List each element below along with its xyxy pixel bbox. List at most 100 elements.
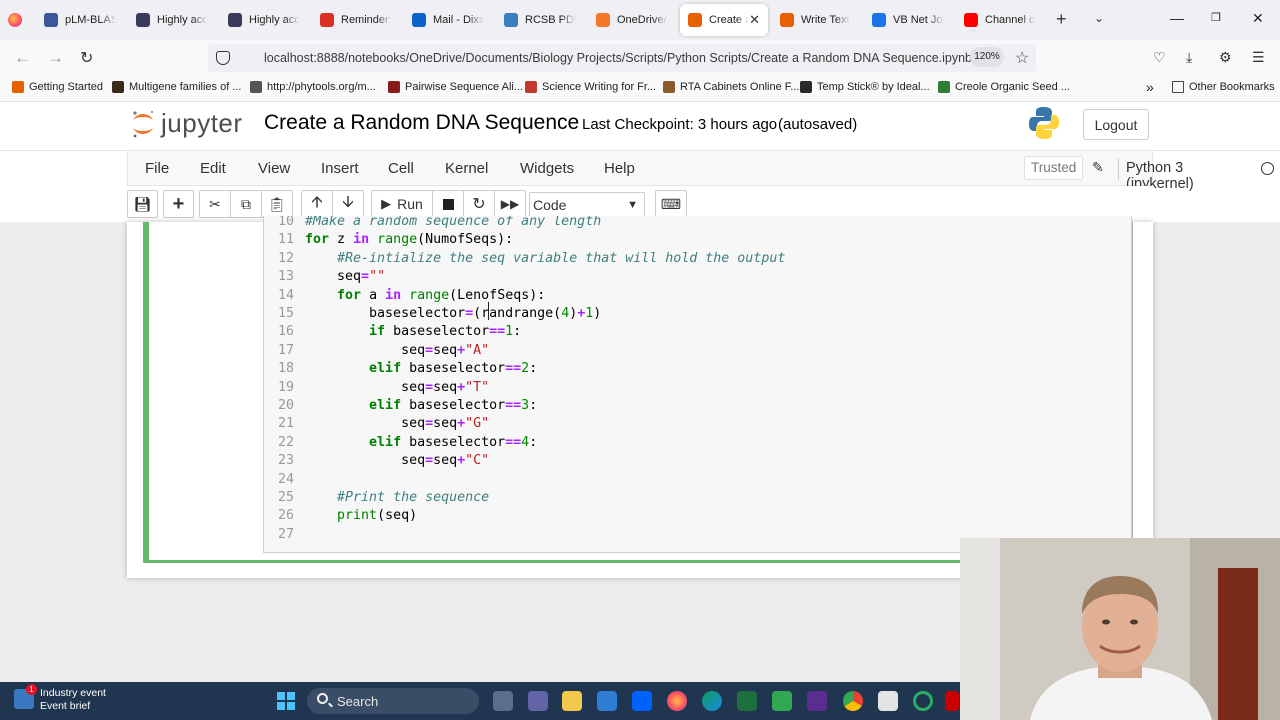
code-line[interactable]: 19 seq=seq+"T" [264, 379, 1131, 397]
menu-view[interactable]: View [258, 160, 290, 177]
bookmark-item[interactable]: RTA Cabinets Online F... [663, 81, 799, 93]
menu-help[interactable]: Help [604, 160, 635, 177]
move-up-icon[interactable]: 🡩 [301, 190, 333, 218]
browser-tab[interactable]: Highly accu [128, 4, 216, 36]
list-tabs-chevron-icon[interactable]: ⌄ [1094, 11, 1104, 25]
menu-widgets[interactable]: Widgets [520, 160, 574, 177]
browser-tab[interactable]: VB Net Job [864, 4, 952, 36]
logout-button[interactable]: Logout [1083, 109, 1149, 140]
menu-cell[interactable]: Cell [388, 160, 414, 177]
task-view-icon[interactable] [493, 691, 513, 711]
paste-icon[interactable]: 📋︎ [261, 190, 293, 218]
code-line[interactable]: 16 if baseselector==1: [264, 323, 1131, 341]
copy-icon[interactable]: ⧉ [230, 190, 262, 218]
cut-icon[interactable]: ✂ [199, 190, 231, 218]
browser-tab[interactable]: Mail - Dixs [404, 4, 492, 36]
run-button[interactable]: ▶ Run [371, 190, 433, 218]
restore-icon[interactable]: ❐ [1211, 11, 1221, 24]
browser-tab[interactable]: OneDrive/D [588, 4, 676, 36]
more-bookmarks-icon[interactable]: » [1146, 79, 1154, 95]
chrome-icon[interactable] [843, 691, 863, 711]
app-menu-icon[interactable]: ☰ [1252, 49, 1265, 66]
browser-tab[interactable]: RCSB PDB [496, 4, 584, 36]
url-bar[interactable]: localhost:8888/notebooks/OneDrive/Docume… [208, 44, 1036, 72]
taskbar-search-input[interactable]: Search [307, 688, 479, 714]
menu-edit[interactable]: Edit [200, 160, 226, 177]
excel-icon[interactable] [737, 691, 757, 711]
notebook-title[interactable]: Create a Random DNA Sequence [264, 111, 579, 135]
insert-cell-below-icon[interactable]: + [163, 190, 194, 218]
code-line[interactable]: 21 seq=seq+"G" [264, 415, 1131, 433]
taskbar-notification[interactable]: 1 Industry event Event brief [14, 684, 106, 712]
trusted-indicator[interactable]: Trusted [1024, 156, 1084, 180]
code-line[interactable]: 11 for z in range(NumofSeqs): [264, 231, 1131, 249]
browser-tab[interactable]: Channel co [956, 4, 1044, 36]
browser-tab[interactable]: pLM-BLAST [36, 4, 124, 36]
zoom-level-badge[interactable]: 120% [970, 47, 1004, 67]
code-editor[interactable]: 10 #Make a random sequence of any length 1… [263, 216, 1132, 553]
cell-type-select[interactable]: Code ▼ [529, 192, 645, 218]
visual-studio-icon[interactable] [807, 691, 827, 711]
code-line[interactable]: 10 #Make a random sequence of any length [264, 216, 1131, 231]
windows-start-icon[interactable] [277, 692, 295, 710]
tab-close-icon[interactable]: ✕ [749, 12, 760, 28]
extensions-icon[interactable]: ⚙ [1219, 49, 1232, 66]
store-icon[interactable] [772, 691, 792, 711]
code-line[interactable]: 12 #Re-intialize the seq variable that w… [264, 250, 1131, 268]
menu-kernel[interactable]: Kernel [445, 160, 488, 177]
reload-icon[interactable]: ↻ [80, 48, 93, 68]
move-down-icon[interactable]: 🡫 [332, 190, 364, 218]
tracking-shield-icon[interactable] [216, 51, 230, 65]
bookmark-star-icon[interactable]: ☆ [1015, 48, 1029, 68]
command-palette-keyboard-icon[interactable]: ⌨ [655, 190, 687, 218]
back-arrow-icon[interactable]: ← [14, 48, 31, 68]
bookmark-item[interactable]: Pairwise Sequence Ali... [388, 81, 523, 93]
bookmark-item[interactable]: http://phytools.org/m... [250, 81, 376, 93]
browser-tab[interactable]: Reminder: \ [312, 4, 400, 36]
bookmark-item[interactable]: Temp Stick® by Ideal... [800, 81, 930, 93]
firefox-taskbar-icon[interactable] [667, 691, 687, 711]
edge-icon[interactable] [702, 691, 722, 711]
bookmark-item[interactable]: Multigene families of ... [112, 81, 242, 93]
code-line[interactable]: 23 seq=seq+"C" [264, 452, 1131, 470]
save-icon[interactable]: 💾︎ [127, 190, 158, 218]
browser-tab[interactable]: Highly accu [220, 4, 308, 36]
pocket-icon[interactable]: ♡ [1153, 49, 1166, 66]
code-line[interactable]: 25 #Print the sequence [264, 489, 1131, 507]
bookmark-item[interactable]: Getting Started [12, 81, 103, 93]
jupyter-logo[interactable]: jupyter [131, 108, 243, 139]
restart-run-all-icon[interactable]: ▶▶ [494, 190, 526, 218]
bookmark-item[interactable]: Science Writing for Fr... [525, 81, 656, 93]
dropbox-icon[interactable] [632, 691, 652, 711]
mail-app-icon[interactable] [597, 691, 617, 711]
code-line[interactable]: 18 elif baseselector==2: [264, 360, 1131, 378]
code-line[interactable]: 13 seq="" [264, 268, 1131, 286]
firefox-menu-icon[interactable] [0, 4, 36, 36]
teams-icon[interactable] [528, 691, 548, 711]
acrobat-icon[interactable] [945, 691, 959, 711]
code-line[interactable]: 17 seq=seq+"A" [264, 342, 1131, 360]
calculator-icon[interactable] [878, 691, 898, 711]
file-explorer-icon[interactable] [562, 691, 582, 711]
other-bookmarks[interactable]: Other Bookmarks [1172, 81, 1275, 93]
restart-kernel-icon[interactable]: ↻ [463, 190, 495, 218]
window-close-icon[interactable]: ✕ [1252, 10, 1264, 27]
new-tab-icon[interactable]: + [1056, 9, 1067, 30]
minimize-icon[interactable]: — [1170, 10, 1184, 26]
forward-arrow-icon[interactable]: → [47, 48, 64, 68]
code-line[interactable]: 22 elif baseselector==4: [264, 434, 1131, 452]
bookmark-item[interactable]: Creole Organic Seed ... [938, 81, 1070, 93]
browser-tab[interactable]: Create a ✕ [680, 4, 768, 36]
menu-insert[interactable]: Insert [321, 160, 359, 177]
code-cell-selected[interactable]: 10 #Make a random sequence of any length 1… [143, 216, 1135, 563]
downloads-icon[interactable]: ⤓ [1186, 49, 1192, 66]
browser-tab[interactable]: Write Text [772, 4, 860, 36]
code-line[interactable]: 15 baseselector=(randrange(4)+1) [264, 305, 1131, 323]
interrupt-kernel-icon[interactable] [432, 190, 464, 218]
refresh-app-icon[interactable] [913, 691, 933, 711]
code-line[interactable]: 26 print(seq) [264, 507, 1131, 525]
code-line[interactable]: 20 elif baseselector==3: [264, 397, 1131, 415]
menu-file[interactable]: File [145, 160, 169, 177]
code-line[interactable]: 24 [264, 471, 1131, 489]
code-line[interactable]: 14 for a in range(LenofSeqs): [264, 287, 1131, 305]
